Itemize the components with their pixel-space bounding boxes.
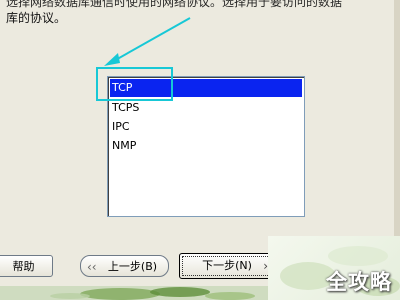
watermark-logo: 全攻略 <box>326 270 392 294</box>
dialog-window: 选择网络数据库通信时使用的网络协议。选择用于要访问的数据 库的协议。 TCP T… <box>0 0 400 300</box>
leaf-decoration-icon <box>0 286 268 300</box>
